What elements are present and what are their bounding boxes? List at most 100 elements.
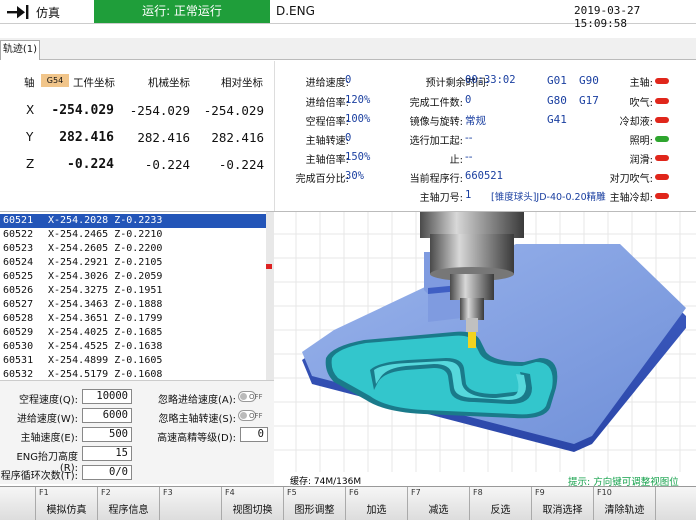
fkey-f4-view-switch[interactable]: F4 视图切换: [222, 487, 284, 520]
feed-speed-value: 0: [345, 74, 352, 86]
hs-level-input[interactable]: 0: [240, 427, 268, 442]
axis-header: 轴: [24, 77, 35, 89]
finished-value: 0: [465, 94, 472, 106]
spindle-rate-value: 150%: [345, 151, 371, 163]
feed-rate-label: 进给倍率:: [305, 98, 349, 109]
fkey-f5-graphic-adjust[interactable]: F5 图形调整: [284, 487, 346, 520]
exit-arrow-icon[interactable]: [6, 3, 30, 21]
fkey-f3[interactable]: F3: [160, 487, 222, 520]
work-z: -0.224: [67, 157, 114, 172]
scroll-position-marker: [266, 264, 272, 269]
file-name: D.ENG: [276, 4, 315, 18]
fkey-f1-simulate[interactable]: F1 模拟仿真: [36, 487, 98, 520]
indicator-spindle-label: 主轴:: [629, 78, 653, 89]
indicator-tool-air-label: 对刀吹气:: [609, 174, 653, 185]
rapid-speed-label: 空程速度(Q):: [18, 395, 78, 406]
loop-count-input[interactable]: 0/0: [82, 465, 132, 480]
fkey-f6-add-select[interactable]: F6 加选: [346, 487, 408, 520]
fkey-f9-cancel-select[interactable]: F9 取消选择: [532, 487, 594, 520]
mirror-value: 常规: [465, 115, 486, 127]
code-line[interactable]: 60522 X-254.2465 Z-0.2210: [0, 228, 266, 242]
fkey-f8-invert-select[interactable]: F8 反选: [470, 487, 532, 520]
select-start-label: 选行加工起:: [409, 136, 463, 147]
line-value: 660521: [465, 170, 503, 182]
spindle-speed-input[interactable]: 500: [82, 427, 132, 442]
hs-level-label: 高速高精等级(D):: [157, 433, 236, 444]
code-line[interactable]: 60523 X-254.2605 Z-0.2200: [0, 242, 266, 256]
tool-label: 主轴刀号:: [419, 193, 463, 204]
remaining-value: 00:33:02: [465, 74, 516, 86]
work-y: 282.416: [59, 130, 114, 145]
simulation-view[interactable]: [274, 212, 696, 472]
code-line[interactable]: 60529 X-254.4025 Z-0.1685: [0, 326, 266, 340]
fkey-spacer: [0, 487, 36, 520]
code-line[interactable]: 60531 X-254.4899 Z-0.1605: [0, 354, 266, 368]
spindle-speed-value: 0: [345, 132, 352, 144]
datetime: 2019-03-27 15:09:58: [574, 4, 641, 30]
relative-y: 282.416: [211, 130, 264, 145]
lift-height-input[interactable]: 15: [82, 446, 132, 461]
fkey-f10-clear-track[interactable]: F10 清除轨迹: [594, 487, 656, 520]
coordinate-panel: 轴 G54 工件坐标 机械坐标 相对坐标 X -254.029 -254.029…: [0, 61, 274, 211]
code-line[interactable]: 60530 X-254.4525 Z-0.1638: [0, 340, 266, 354]
feed-speed-input[interactable]: 6000: [82, 408, 132, 423]
indicator-air-label: 吹气:: [629, 98, 653, 109]
rapid-rate-label: 空程倍率:: [305, 117, 349, 128]
finished-label: 完成工件数:: [409, 98, 463, 109]
code-line[interactable]: 60527 X-254.3463 Z-0.1888: [0, 298, 266, 312]
machine-z: -0.224: [144, 157, 190, 172]
percent-label: 完成百分比:: [295, 174, 349, 185]
indicator-coolant-label: 冷却液:: [619, 117, 653, 128]
gcode-3: G80: [547, 94, 567, 107]
relative-coord-header: 相对坐标: [221, 77, 263, 89]
code-line[interactable]: 60526 X-254.3275 Z-0.1951: [0, 284, 266, 298]
feed-speed-label: 进给速度:: [305, 78, 349, 89]
rapid-speed-input[interactable]: 10000: [82, 389, 132, 404]
code-line[interactable]: 60525 X-254.3026 Z-0.2059: [0, 270, 266, 284]
work-coord-header: 工件坐标: [73, 77, 115, 89]
work-x: -254.029: [51, 103, 114, 118]
gcode-5: G41: [547, 113, 567, 126]
run-status-badge: 运行: 正常运行: [94, 0, 270, 23]
code-line-selected[interactable]: 60521 X-254.2028 Z-0.2233: [0, 214, 266, 228]
percent-value: 30%: [345, 170, 364, 182]
mirror-label: 镜像与旋转:: [409, 117, 463, 128]
function-key-bar: F1 模拟仿真 F2 程序信息 F3 F4 视图切换 F5 图形调整 F6 加选 F7 减选…: [0, 486, 696, 520]
code-line[interactable]: 60524 X-254.2921 Z-0.2105: [0, 256, 266, 270]
parameter-panel: 空程速度(Q): 10000 进给速度(W): 6000 主轴速度(E): 50…: [0, 380, 274, 484]
spindle-rate-label: 主轴倍率:: [305, 155, 349, 166]
spindle-speed-label: 主轴转速:: [305, 136, 349, 147]
indicator-air-lamp: [655, 98, 669, 104]
indicator-spindle-cool-label: 主轴冷却:: [609, 193, 653, 204]
axis-x-label: X: [26, 103, 35, 117]
fkey-f2-program-info[interactable]: F2 程序信息: [98, 487, 160, 520]
top-bar: 仿真 运行: 正常运行 D.ENG 2019-03-27 15:09:58: [0, 0, 696, 30]
gcode-1: G01: [547, 74, 567, 87]
fkey-spacer-right: [656, 487, 696, 520]
machine-y: 282.416: [137, 130, 190, 145]
program-line-list[interactable]: 60521 X-254.2028 Z-0.2233 60522 X-254.2465…: [0, 212, 266, 380]
ignore-feed-label: 忽略进给速度(A):: [157, 395, 236, 406]
list-scrollbar[interactable]: [266, 212, 274, 380]
spindle-speed-param-label: 主轴速度(E):: [20, 433, 79, 444]
code-line[interactable]: 60528 X-254.3651 Z-0.1799: [0, 312, 266, 326]
machine-x: -254.029: [129, 103, 190, 118]
relative-z: -0.224: [218, 157, 264, 172]
select-start-value: --: [465, 132, 473, 144]
mode-label: 仿真: [36, 6, 61, 20]
machining-model-graphic: [274, 212, 696, 472]
tab-bar: [0, 38, 696, 60]
indicator-lube-lamp: [655, 155, 669, 161]
fkey-f7-sub-select[interactable]: F7 减选: [408, 487, 470, 520]
feed-speed-param-label: 进给速度(W):: [16, 414, 78, 425]
select-end-value: --: [465, 151, 473, 163]
status-panel: 进给速度: 0 进给倍率: 120% 空程倍率: 100% 主轴转速: 0 主轴…: [274, 61, 696, 211]
work-system-badge: G54: [41, 74, 69, 87]
ignore-spindle-label: 忽略主轴转速(S):: [158, 414, 236, 425]
tab-track[interactable]: 轨迹(1): [0, 40, 40, 60]
indicator-spindle-lamp: [655, 78, 669, 84]
indicator-light-label: 照明:: [629, 136, 653, 147]
axis-z-label: Z: [26, 157, 35, 171]
loop-count-label: 程序循环次数(T):: [0, 471, 78, 482]
ignore-feed-state: OFF: [249, 393, 263, 401]
